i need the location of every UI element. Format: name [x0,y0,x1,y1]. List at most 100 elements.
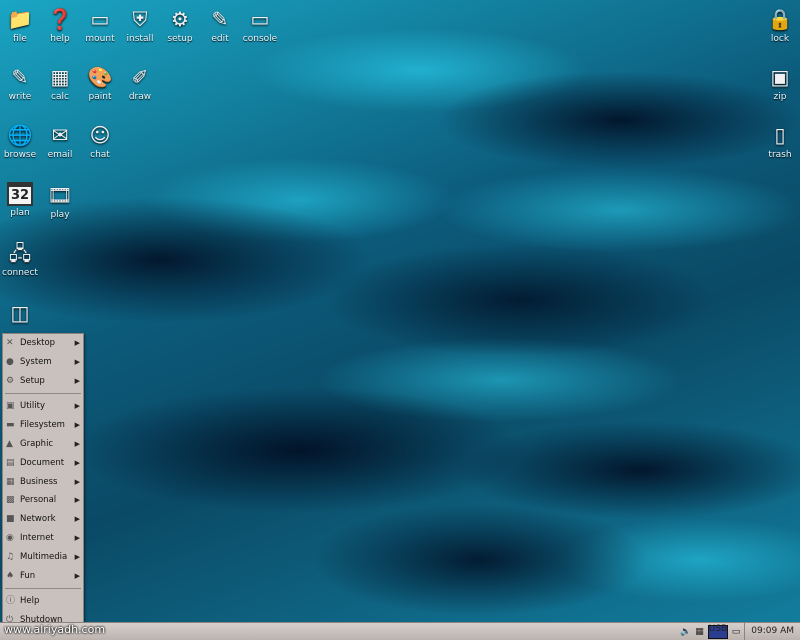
menu-item-label: Network [20,514,56,525]
edit-icon: ✎ [211,7,229,31]
desktop-icon-label: console [242,34,278,44]
network-icon: 🖧 [8,241,32,265]
menu-item-label: Multimedia [20,551,68,562]
palette-icon: 🎨 [87,65,113,89]
globe-icon: 🌐 [7,123,33,147]
desktop-icon-label: trash [768,150,792,160]
help-icon: ❓ [47,7,73,31]
menu-item-label: Internet [20,532,54,543]
multimedia-icon: ♫ [6,551,15,562]
desktop-icon-chat[interactable]: ☺ chat [74,122,126,160]
submenu-arrow-icon: ▶ [74,533,80,542]
menu-item-label: Utility [20,401,46,412]
menu-separator [5,588,81,590]
folder-icon: ▬ [6,420,15,431]
network-icon: ■ [6,514,15,525]
personal-icon: ▩ [6,495,15,506]
menu-item-graphic[interactable]: ▲ Graphic ▶ [3,435,83,454]
display-tray-icon[interactable]: ▭ [732,627,741,637]
fun-icon: ♠ [6,570,15,581]
desktop-icon-menu[interactable]: ◫ [0,300,46,328]
submenu-arrow-icon: ▶ [74,458,80,467]
system-tray: 🔈 ▦ USB ▭ 09:09 AM [680,623,800,640]
menu-item-label: Personal [20,495,57,506]
menu-item-utility[interactable]: ▣ Utility ▶ [3,397,83,416]
menu-item-label: Document [20,457,65,468]
gear-icon: ⚙ [6,375,15,386]
menu-item-label: Setup [20,375,45,386]
menu-item-label: Desktop [20,338,56,348]
menu-item-personal[interactable]: ▩ Personal ▶ [3,491,83,510]
desktop-icon-label: connect [2,268,38,278]
clock[interactable]: 09:09 AM [744,623,800,640]
start-menu: ✕ Desktop ▶ ● System ▶ ⚙ Setup ▶ ▣ Utili… [2,333,84,625]
desktop-icon: ✕ [6,338,14,348]
menu-item-internet[interactable]: ◉ Internet ▶ [3,529,83,548]
submenu-arrow-icon: ▶ [74,421,80,430]
submenu-arrow-icon: ▶ [74,496,80,505]
menu-item-fun[interactable]: ♠ Fun ▶ [3,567,83,586]
desktop-icon-label: lock [770,34,790,44]
system-icon: ● [6,356,14,367]
menu-item-business[interactable]: ▦ Business ▶ [3,473,83,492]
submenu-arrow-icon: ▶ [74,477,80,486]
taskbar: www.alriyadh.com 🔈 ▦ USB ▭ 09:09 AM [0,622,800,640]
menu-item-system[interactable]: ● System ▶ [3,353,83,372]
desktop-icon-trash[interactable]: ▯ trash [754,122,800,160]
menu-item-network[interactable]: ■ Network ▶ [3,510,83,529]
desktop-icon-play[interactable]: 🎞 play [34,182,86,220]
menu-icon: ◫ [10,301,30,325]
media-icon: 🎞 [47,183,73,207]
calendar-icon: 32 [7,182,33,206]
folder-icon: 📁 [7,7,33,31]
calculator-icon: ▦ [50,65,70,89]
menu-item-filesystem[interactable]: ▬ Filesystem ▶ [3,416,83,435]
desktop-icon-console[interactable]: ▭ console [234,6,286,44]
submenu-arrow-icon: ▶ [74,357,80,366]
menu-item-document[interactable]: ▤ Document ▶ [3,454,83,473]
desktop-icon-label: play [50,210,70,220]
mail-icon: ✉ [51,123,69,147]
submenu-arrow-icon: ▶ [74,439,80,448]
menu-item-setup[interactable]: ⚙ Setup ▶ [3,372,83,391]
submenu-arrow-icon: ▶ [74,339,80,347]
network-tray-icon[interactable]: ▦ [695,627,704,637]
submenu-arrow-icon: ▶ [74,515,80,524]
submenu-arrow-icon: ▶ [74,571,80,580]
write-icon: ✎ [11,65,29,89]
help-icon: ⓘ [6,596,16,607]
zip-icon: ▣ [770,65,790,89]
trash-icon: ▯ [774,123,786,147]
submenu-arrow-icon: ▶ [74,376,80,385]
drive-icon: ▭ [90,7,110,31]
menu-item-desktop[interactable]: ✕ Desktop ▶ [3,334,83,353]
menu-item-label: Fun [20,570,36,581]
menu-item-label: Business [20,476,58,487]
business-icon: ▦ [6,476,15,487]
desktop-icon-label: zip [773,92,787,102]
desktop-icon-connect[interactable]: 🖧 connect [0,240,46,278]
menu-item-label: Help [20,596,40,607]
draw-icon: ✐ [131,65,149,89]
desktop-icon-zip[interactable]: ▣ zip [754,64,800,102]
graphic-icon: ▲ [6,438,13,449]
menu-item-help[interactable]: ⓘ Help [3,592,83,611]
submenu-arrow-icon: ▶ [74,402,80,411]
desktop-icon-label: draw [128,92,152,102]
usb-tray-icon[interactable]: USB [707,624,728,639]
menu-item-label: System [20,356,52,367]
menu-item-multimedia[interactable]: ♫ Multimedia ▶ [3,548,83,567]
submenu-arrow-icon: ▶ [74,552,80,561]
watermark-text: www.alriyadh.com [4,623,106,636]
menu-separator [5,393,81,395]
internet-icon: ◉ [6,532,14,543]
volume-icon[interactable]: 🔈 [680,627,691,637]
desktop-icon-label: chat [90,150,110,160]
desktop-icon-draw[interactable]: ✐ draw [114,64,166,102]
desktop-icon-lock[interactable]: 🔒 lock [754,6,800,44]
gear-icon: ⚙ [171,7,189,31]
lock-icon: 🔒 [767,7,793,31]
document-icon: ▤ [6,457,15,468]
utility-icon: ▣ [6,401,15,412]
menu-item-label: Graphic [20,438,54,449]
